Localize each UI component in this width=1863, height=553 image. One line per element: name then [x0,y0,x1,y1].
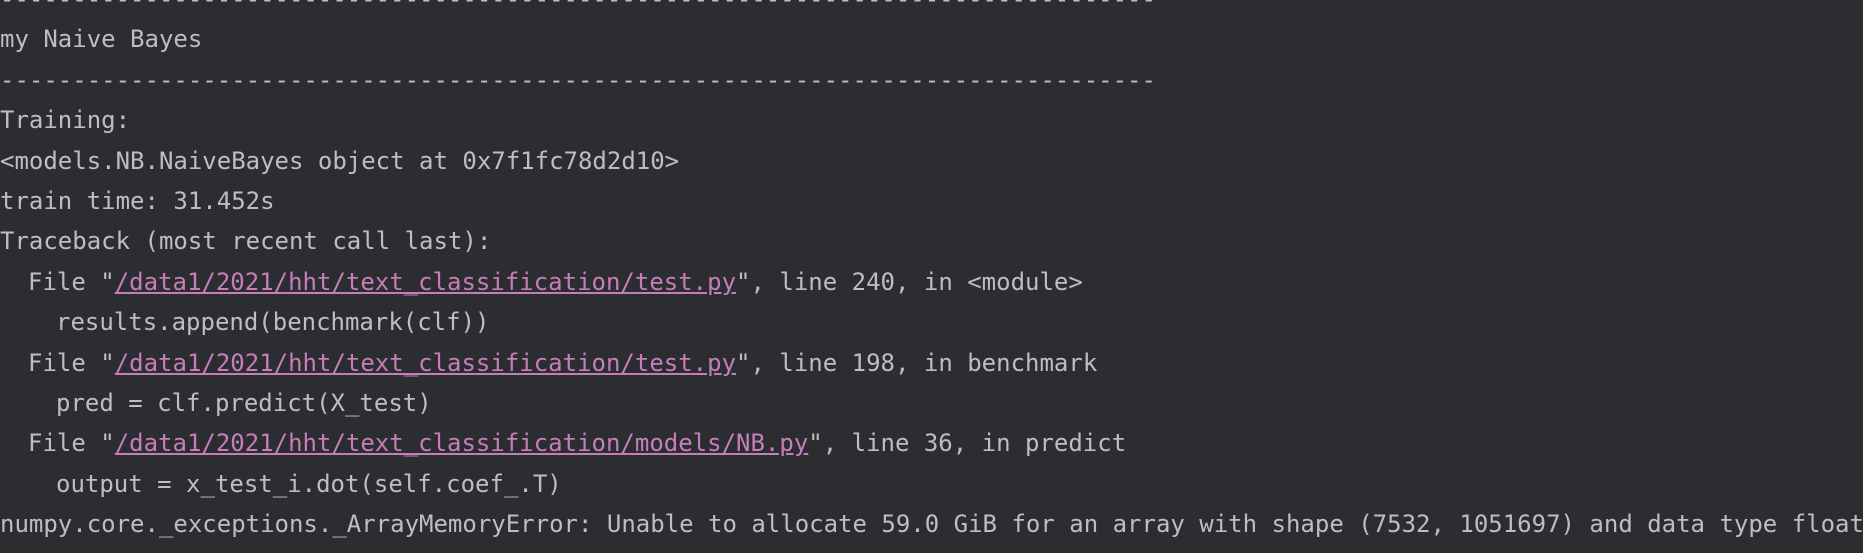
error-message: numpy.core._exceptions._ArrayMemoryError… [0,510,1863,539]
separator-line: ----------------------------------------… [0,0,1863,19]
separator-line: ----------------------------------------… [0,65,1156,94]
frame-prefix: File " [28,267,115,296]
traceback-frame-code: output = x_test_i.dot(self.coef_.T) [56,469,562,498]
file-path-link[interactable]: /data1/2021/hht/text_classification/test… [115,268,736,296]
traceback-frame-code: results.append(benchmark(clf)) [56,308,490,337]
console-output: ----------------------------------------… [0,0,1863,544]
training-label: Training: [0,106,131,135]
traceback-frame-file: File "/data1/2021/hht/text_classificatio… [0,343,1863,383]
traceback-header: Traceback (most recent call last): [0,227,492,256]
frame-prefix: File " [28,348,115,377]
traceback-frame-file: File "/data1/2021/hht/text_classificatio… [0,262,1863,302]
frame-suffix: ", line 36, in predict [808,429,1127,458]
file-path-link[interactable]: /data1/2021/hht/text_classification/mode… [115,429,809,457]
frame-suffix: ", line 198, in benchmark [736,348,1098,377]
traceback-frame-code: pred = clf.predict(X_test) [56,388,432,417]
file-path-link[interactable]: /data1/2021/hht/text_classification/test… [115,349,736,377]
frame-prefix: File " [28,429,115,458]
frame-suffix: ", line 240, in <module> [736,267,1083,296]
model-header: my Naive Bayes [0,25,203,54]
model-repr: <models.NB.NaiveBayes object at 0x7f1fc7… [0,146,680,175]
train-time: train time: 31.452s [0,186,275,215]
traceback-frame-file: File "/data1/2021/hht/text_classificatio… [0,423,1863,463]
